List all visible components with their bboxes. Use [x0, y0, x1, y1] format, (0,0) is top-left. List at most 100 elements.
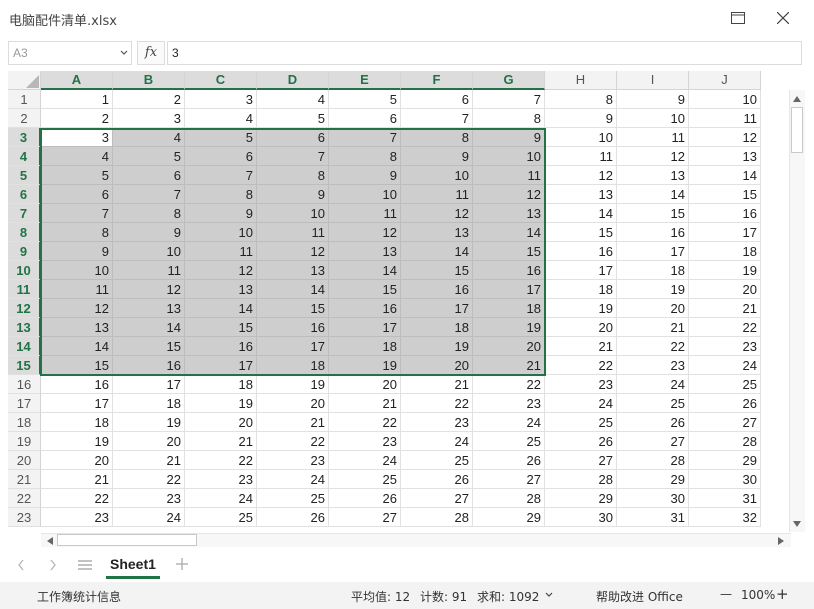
cell-c7[interactable]: 9 — [185, 204, 257, 223]
cell-g22[interactable]: 28 — [473, 489, 545, 508]
horizontal-scroll-thumb[interactable] — [57, 534, 197, 546]
cell-h18[interactable]: 25 — [545, 413, 617, 432]
cell-e8[interactable]: 12 — [329, 223, 401, 242]
row-header-21[interactable]: 21 — [8, 470, 41, 489]
cell-a2[interactable]: 2 — [41, 109, 113, 128]
cell-e15[interactable]: 19 — [329, 356, 401, 375]
workbook-statistics[interactable]: 工作簿统计信息 — [37, 588, 121, 605]
cell-g17[interactable]: 23 — [473, 394, 545, 413]
cell-c2[interactable]: 4 — [185, 109, 257, 128]
cell-a9[interactable]: 9 — [41, 242, 113, 261]
scroll-up-icon[interactable] — [790, 92, 804, 106]
cell-e9[interactable]: 13 — [329, 242, 401, 261]
cell-d20[interactable]: 23 — [257, 451, 329, 470]
cell-c22[interactable]: 24 — [185, 489, 257, 508]
cell-e19[interactable]: 23 — [329, 432, 401, 451]
cell-f11[interactable]: 16 — [401, 280, 473, 299]
cell-e16[interactable]: 20 — [329, 375, 401, 394]
cell-j4[interactable]: 13 — [689, 147, 761, 166]
cell-c8[interactable]: 10 — [185, 223, 257, 242]
cell-j1[interactable]: 10 — [689, 90, 761, 109]
cell-h19[interactable]: 26 — [545, 432, 617, 451]
cell-d21[interactable]: 24 — [257, 470, 329, 489]
cell-c23[interactable]: 25 — [185, 508, 257, 527]
row-header-23[interactable]: 23 — [8, 508, 41, 527]
cell-g8[interactable]: 14 — [473, 223, 545, 242]
cell-b4[interactable]: 5 — [113, 147, 185, 166]
row-header-12[interactable]: 12 — [8, 299, 41, 318]
cell-b20[interactable]: 21 — [113, 451, 185, 470]
cell-e7[interactable]: 11 — [329, 204, 401, 223]
cell-f4[interactable]: 9 — [401, 147, 473, 166]
cell-h13[interactable]: 20 — [545, 318, 617, 337]
cell-b12[interactable]: 13 — [113, 299, 185, 318]
cell-d17[interactable]: 20 — [257, 394, 329, 413]
sheet-tab-sheet1[interactable]: Sheet1 — [106, 553, 160, 579]
cell-b16[interactable]: 17 — [113, 375, 185, 394]
cell-e11[interactable]: 15 — [329, 280, 401, 299]
cell-f9[interactable]: 14 — [401, 242, 473, 261]
cell-a14[interactable]: 14 — [41, 337, 113, 356]
cell-d2[interactable]: 5 — [257, 109, 329, 128]
cell-a23[interactable]: 23 — [41, 508, 113, 527]
cell-e23[interactable]: 27 — [329, 508, 401, 527]
cell-b15[interactable]: 16 — [113, 356, 185, 375]
cell-c10[interactable]: 12 — [185, 261, 257, 280]
row-header-22[interactable]: 22 — [8, 489, 41, 508]
cell-e20[interactable]: 24 — [329, 451, 401, 470]
cell-h3[interactable]: 10 — [545, 128, 617, 147]
cell-c11[interactable]: 13 — [185, 280, 257, 299]
row-header-3[interactable]: 3 — [8, 128, 41, 147]
cell-h9[interactable]: 16 — [545, 242, 617, 261]
scroll-right-icon[interactable] — [774, 534, 788, 548]
row-header-1[interactable]: 1 — [8, 90, 41, 109]
cell-g12[interactable]: 18 — [473, 299, 545, 318]
cell-b7[interactable]: 8 — [113, 204, 185, 223]
cell-g23[interactable]: 29 — [473, 508, 545, 527]
cell-c4[interactable]: 6 — [185, 147, 257, 166]
cell-c20[interactable]: 22 — [185, 451, 257, 470]
cell-b8[interactable]: 9 — [113, 223, 185, 242]
cell-j6[interactable]: 15 — [689, 185, 761, 204]
cell-c19[interactable]: 21 — [185, 432, 257, 451]
cell-h5[interactable]: 12 — [545, 166, 617, 185]
cell-h17[interactable]: 24 — [545, 394, 617, 413]
cell-j13[interactable]: 22 — [689, 318, 761, 337]
row-header-9[interactable]: 9 — [8, 242, 41, 261]
cell-e17[interactable]: 21 — [329, 394, 401, 413]
cell-a22[interactable]: 22 — [41, 489, 113, 508]
cell-j21[interactable]: 30 — [689, 470, 761, 489]
cell-g15[interactable]: 21 — [473, 356, 545, 375]
cell-f14[interactable]: 19 — [401, 337, 473, 356]
cell-f22[interactable]: 27 — [401, 489, 473, 508]
cell-a1[interactable]: 1 — [41, 90, 113, 109]
cell-f6[interactable]: 11 — [401, 185, 473, 204]
column-header-d[interactable]: D — [257, 71, 329, 90]
column-header-h[interactable]: H — [545, 71, 617, 90]
cell-b14[interactable]: 15 — [113, 337, 185, 356]
cell-g2[interactable]: 8 — [473, 109, 545, 128]
cell-i3[interactable]: 11 — [617, 128, 689, 147]
cell-a18[interactable]: 18 — [41, 413, 113, 432]
cell-h12[interactable]: 19 — [545, 299, 617, 318]
cell-j14[interactable]: 23 — [689, 337, 761, 356]
cell-b10[interactable]: 11 — [113, 261, 185, 280]
cell-c3[interactable]: 5 — [185, 128, 257, 147]
cell-g19[interactable]: 25 — [473, 432, 545, 451]
cell-h21[interactable]: 28 — [545, 470, 617, 489]
cell-j7[interactable]: 16 — [689, 204, 761, 223]
cell-a21[interactable]: 21 — [41, 470, 113, 489]
cell-b11[interactable]: 12 — [113, 280, 185, 299]
cell-b22[interactable]: 23 — [113, 489, 185, 508]
cell-f15[interactable]: 20 — [401, 356, 473, 375]
vertical-scrollbar[interactable] — [789, 90, 805, 532]
cell-f20[interactable]: 25 — [401, 451, 473, 470]
cell-j2[interactable]: 11 — [689, 109, 761, 128]
cell-i17[interactable]: 25 — [617, 394, 689, 413]
cell-b21[interactable]: 22 — [113, 470, 185, 489]
row-header-10[interactable]: 10 — [8, 261, 41, 280]
cell-g5[interactable]: 11 — [473, 166, 545, 185]
cell-e12[interactable]: 16 — [329, 299, 401, 318]
cell-e6[interactable]: 10 — [329, 185, 401, 204]
cell-j3[interactable]: 12 — [689, 128, 761, 147]
